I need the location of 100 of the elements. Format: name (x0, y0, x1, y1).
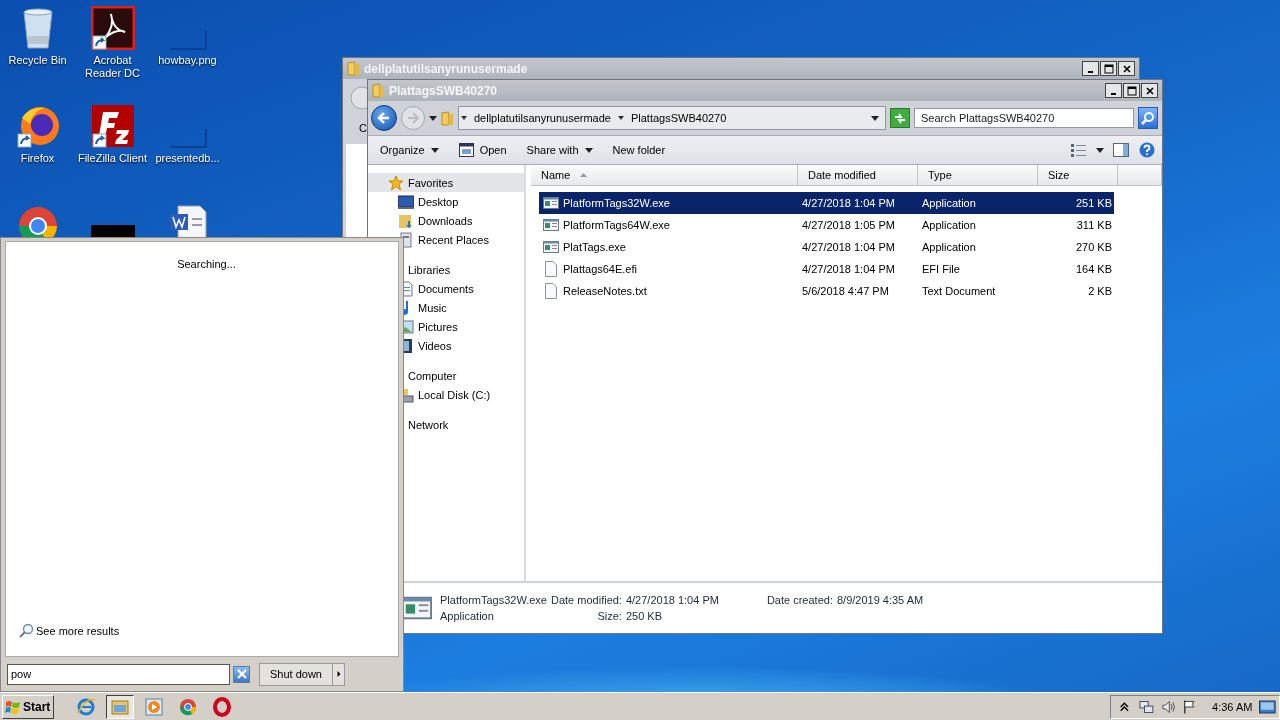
table-cell-text: 270 KB (1074, 241, 1113, 253)
toolbar-button[interactable]: Organize (374, 141, 445, 159)
chevron-icon (461, 115, 467, 121)
breadcrumb[interactable]: dellplatutilsanyrunusermade (472, 112, 613, 124)
media-player-icon (144, 696, 164, 717)
file-name: PlatformTags32W.exe (563, 197, 670, 209)
toolbar-button[interactable]: Open (452, 140, 513, 160)
forward-arrow-icon (406, 111, 420, 125)
file-row[interactable]: ReleaseNotes.txt 5/6/2018 4:47 PM Text Document 2 KB (539, 280, 1114, 302)
close-icon (1144, 85, 1155, 96)
desktop-icon-label[interactable]: Firefox (20, 152, 55, 165)
file-row[interactable]: Plattags64E.efi 4/27/2018 1:04 PM EFI File 164 KB (539, 258, 1114, 280)
detail-value: 8/9/2019 4:35 AM (836, 594, 924, 606)
nav-item[interactable]: Desktop (368, 192, 524, 211)
back-button[interactable] (371, 105, 397, 131)
show-desktop-icon[interactable] (1259, 698, 1277, 715)
toolbar-button[interactable]: Share with (520, 141, 599, 159)
column-header[interactable]: Size (1038, 165, 1118, 186)
shut-down-options-button[interactable] (333, 662, 345, 686)
file-row[interactable]: PlatformTags64W.exe 4/27/2018 1:05 PM Application 311 KB (539, 214, 1114, 236)
search-field[interactable]: pow (7, 663, 230, 685)
see-more-link[interactable]: See more results (12, 622, 126, 640)
table-cell-text: 4/27/2018 1:04 PM (801, 241, 896, 253)
status-text: Searching... (176, 258, 237, 270)
document-icon (543, 283, 559, 299)
refresh-arrows-icon (893, 111, 907, 125)
minimize-icon (1087, 70, 1093, 73)
minimize-icon (1110, 92, 1116, 95)
column-header[interactable]: Date modified (798, 165, 918, 186)
file-row[interactable]: PlatformTags32W.exe 4/27/2018 1:04 PM Application 251 KB (539, 192, 1114, 214)
table-cell-text: 164 KB (1074, 263, 1113, 275)
clear-button[interactable] (233, 665, 250, 683)
detail-label: Size: (596, 610, 622, 622)
table-cell-text: 2 KB (1087, 285, 1113, 297)
table-cell-text: 4/27/2018 1:04 PM (801, 197, 896, 209)
nav-item[interactable]: Downloads (368, 211, 524, 230)
maximize-icon (1126, 85, 1137, 96)
file-name: PlatTags.exe (563, 241, 626, 253)
desktop-icon-label[interactable]: presentedb... (155, 152, 220, 165)
table-cell-text: Text Document (921, 285, 997, 297)
minimize-button[interactable] (1105, 83, 1122, 98)
search-field[interactable]: Search PlattagsSWB40270 (914, 108, 1134, 128)
toolbar-button[interactable]: New folder (606, 141, 672, 159)
search-button[interactable] (1138, 107, 1158, 129)
folder-icon (372, 83, 385, 98)
document-icon (543, 261, 559, 277)
detail-value: 250 KB (625, 610, 664, 622)
shut-down-button[interactable]: Shut down (259, 662, 333, 686)
volume-icon[interactable] (1160, 698, 1176, 715)
preview-pane-icon[interactable] (1112, 142, 1130, 158)
file-type: Application (440, 610, 495, 622)
detail-value: 4/27/2018 1:04 PM (625, 594, 719, 606)
search-icon (18, 623, 34, 639)
internet-explorer-icon (76, 696, 96, 717)
close-icon (234, 667, 249, 681)
column-header[interactable]: Type (918, 165, 1038, 186)
close-button[interactable] (1141, 83, 1158, 98)
breadcrumb[interactable]: PlattagsSWB40270 (628, 112, 729, 124)
clock[interactable]: 4:36 AM (1212, 700, 1253, 713)
help-icon[interactable] (1138, 142, 1156, 158)
minimize-button[interactable] (1082, 61, 1099, 76)
window-title: PlattagsSWB40270 (389, 83, 499, 98)
window-title: dellplatutilsanyrunusermade (364, 61, 529, 76)
network-icon[interactable] (1138, 698, 1154, 715)
maximize-button[interactable] (1100, 61, 1117, 76)
flag-icon[interactable] (1182, 698, 1198, 715)
image-file-icon (168, 30, 207, 50)
toolbar-text: C (359, 122, 367, 134)
address-bar[interactable]: dellplatutilsanyrunusermade PlattagsSWB40270 (458, 106, 886, 130)
filezilla-icon (90, 104, 135, 148)
refresh-button[interactable] (890, 108, 910, 128)
view-caret-icon (1096, 147, 1104, 153)
maximize-button[interactable] (1123, 83, 1140, 98)
file-name: PlatformTags64W.exe (563, 219, 670, 231)
taskbar-button[interactable] (106, 694, 134, 719)
file-row[interactable]: PlatTags.exe 4/27/2018 1:04 PM Application 270 KB (539, 236, 1114, 258)
table-cell-text: 5/6/2018 4:47 PM (801, 285, 890, 297)
downloads-folder-icon (398, 212, 414, 229)
file-name: Plattags64E.efi (563, 263, 637, 275)
desktop-icon-label[interactable]: howbay.png (158, 54, 217, 67)
close-button[interactable] (1118, 61, 1135, 76)
dropdown-caret-icon (871, 115, 879, 121)
desktop-icon-label[interactable]: FileZilla Client (77, 152, 148, 165)
file-name: ReleaseNotes.txt (563, 285, 647, 297)
table-cell-text: 251 KB (1074, 197, 1113, 209)
column-header[interactable]: Name (531, 165, 798, 186)
opera-icon (212, 696, 232, 717)
acrobat-icon (90, 6, 135, 50)
windows-logo-icon (5, 698, 21, 715)
desktop-icon-label[interactable]: Recycle Bin (8, 54, 67, 67)
history-caret-icon (429, 115, 437, 121)
back-arrow-icon (377, 111, 391, 125)
table-cell-text: Application (921, 219, 977, 231)
table-cell-text: EFI File (921, 263, 961, 275)
view-list-icon[interactable] (1070, 142, 1088, 158)
maximize-icon (1103, 63, 1114, 74)
nav-group[interactable]: Favorites (368, 173, 524, 192)
table-cell-text: 4/27/2018 1:05 PM (801, 219, 896, 231)
start-button[interactable]: Start (2, 694, 54, 719)
desktop-icon-label[interactable]: Acrobat Reader DC (76, 54, 149, 80)
